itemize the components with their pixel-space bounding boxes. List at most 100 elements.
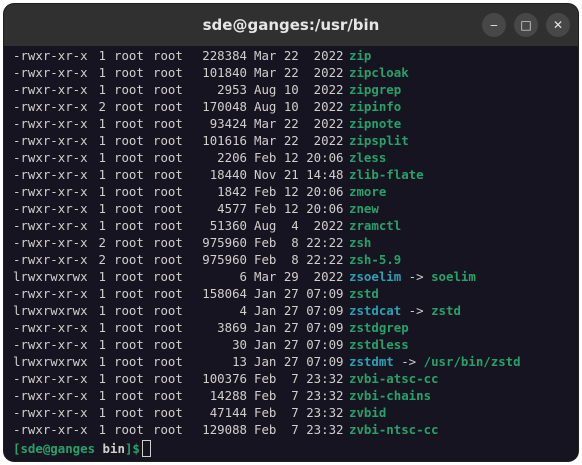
owner: root [114, 201, 144, 216]
modified-date: Nov 21 14:48 [254, 167, 344, 182]
owner: root [114, 99, 144, 114]
file-name-cell: zstd [349, 285, 379, 302]
shell-prompt[interactable]: [sde@ganges bin]$ [13, 439, 151, 458]
file-size: 158064 [202, 286, 247, 301]
modified-date: Jan 27 07:09 [254, 337, 344, 352]
close-button[interactable]: ✕ [546, 13, 570, 37]
link-count: 1 [98, 82, 106, 97]
permissions: -rwxr-xr-x [13, 337, 88, 352]
file-size: 47144 [209, 405, 247, 420]
owner: root [114, 252, 144, 267]
group: root [153, 133, 183, 148]
terminal-output[interactable]: -rwxr-xr-x 1 root root 129088 Feb 7 23:32 zvbi… [4, 46, 578, 461]
permissions: lrwxrwxrwx [13, 354, 88, 369]
modified-date: Mar 22 2022 [254, 133, 344, 148]
permissions: -rwxr-xr-x [13, 286, 88, 301]
owner: root [114, 82, 144, 97]
group: root [153, 422, 183, 437]
file-name-cell: znew [349, 200, 379, 217]
file-name-cell: zmore [349, 183, 386, 200]
modified-date: Feb 12 20:06 [254, 184, 344, 199]
modified-date: Feb 8 22:22 [254, 252, 344, 267]
group: root [153, 82, 183, 97]
file-size: 1842 [217, 184, 247, 199]
link-count: 1 [98, 422, 106, 437]
file-name-cell: zipinfo [349, 98, 401, 115]
link-count: 1 [98, 218, 106, 233]
file-name-cell: zvbi-ntsc-cc [349, 421, 439, 438]
file-name-cell: zsh [349, 234, 371, 251]
executable-name: zvbid [349, 405, 387, 420]
permissions: -rwxr-xr-x [13, 422, 88, 437]
modified-date: Jan 27 07:09 [254, 354, 344, 369]
file-name-cell: zstdgrep [349, 319, 409, 336]
symlink-arrow: -> [401, 269, 432, 284]
owner: root [114, 133, 144, 148]
file-size: 101616 [202, 133, 247, 148]
executable-name: zip [349, 48, 372, 63]
window-controls: ‒ □ ✕ [482, 13, 570, 37]
permissions: -rwxr-xr-x [13, 48, 88, 63]
owner: root [114, 337, 144, 352]
owner: root [114, 48, 144, 63]
link-count: 1 [98, 133, 106, 148]
symlink-target: zstd [431, 303, 461, 318]
link-count: 1 [98, 405, 106, 420]
link-count: 1 [98, 303, 106, 318]
file-size: 93424 [209, 116, 247, 131]
permissions: -rwxr-xr-x [13, 252, 88, 267]
owner: root [114, 320, 144, 335]
file-size: 51360 [209, 218, 247, 233]
file-name-cell: zsoelim -> soelim [349, 268, 476, 285]
file-name-cell: zvbid [349, 404, 386, 421]
permissions: -rwxr-xr-x [13, 235, 88, 250]
executable-name: zipinfo [349, 99, 402, 114]
executable-name: zvbi-chains [349, 388, 432, 403]
file-name-cell: zlib-flate [349, 166, 424, 183]
link-count: 1 [98, 116, 106, 131]
link-count: 2 [98, 235, 106, 250]
file-size: 2206 [217, 150, 247, 165]
modified-date: Feb 7 23:32 [254, 422, 344, 437]
link-count: 2 [98, 99, 106, 114]
executable-name: zstdgrep [349, 320, 409, 335]
modified-date: Jan 27 07:09 [254, 286, 344, 301]
executable-name: zipgrep [349, 82, 402, 97]
executable-name: zsh-5.9 [349, 252, 402, 267]
group: root [153, 218, 183, 233]
group: root [153, 116, 183, 131]
modified-date: Aug 4 2022 [254, 218, 344, 233]
group: root [153, 99, 183, 114]
executable-name: znew [349, 201, 379, 216]
modified-date: Mar 22 2022 [254, 116, 344, 131]
link-count: 1 [98, 388, 106, 403]
permissions: -rwxr-xr-x [13, 405, 88, 420]
file-size: 14288 [209, 388, 247, 403]
owner: root [114, 422, 144, 437]
owner: root [114, 150, 144, 165]
file-size: 228384 [202, 48, 247, 63]
group: root [153, 388, 183, 403]
permissions: -rwxr-xr-x [13, 150, 88, 165]
group: root [153, 201, 183, 216]
owner: root [114, 116, 144, 131]
symlink-name: zstdcat [349, 303, 402, 318]
group: root [153, 235, 183, 250]
executable-name: zsh [349, 235, 372, 250]
executable-name: zstd [349, 286, 379, 301]
file-name-cell: zramctl [349, 217, 401, 234]
modified-date: Feb 12 20:06 [254, 201, 344, 216]
file-size: 6 [239, 269, 247, 284]
maximize-button[interactable]: □ [514, 13, 538, 37]
owner: root [114, 65, 144, 80]
link-count: 1 [98, 167, 106, 182]
minimize-button[interactable]: ‒ [482, 13, 506, 37]
title-bar[interactable]: sde@ganges:/usr/bin ‒ □ ✕ [4, 4, 578, 47]
file-name-cell: zstdcat -> zstd [349, 302, 461, 319]
group: root [153, 371, 183, 386]
group: root [153, 303, 183, 318]
modified-date: Feb 7 23:32 [254, 371, 344, 386]
link-count: 1 [98, 184, 106, 199]
permissions: -rwxr-xr-x [13, 82, 88, 97]
file-name-cell: zless [349, 149, 386, 166]
